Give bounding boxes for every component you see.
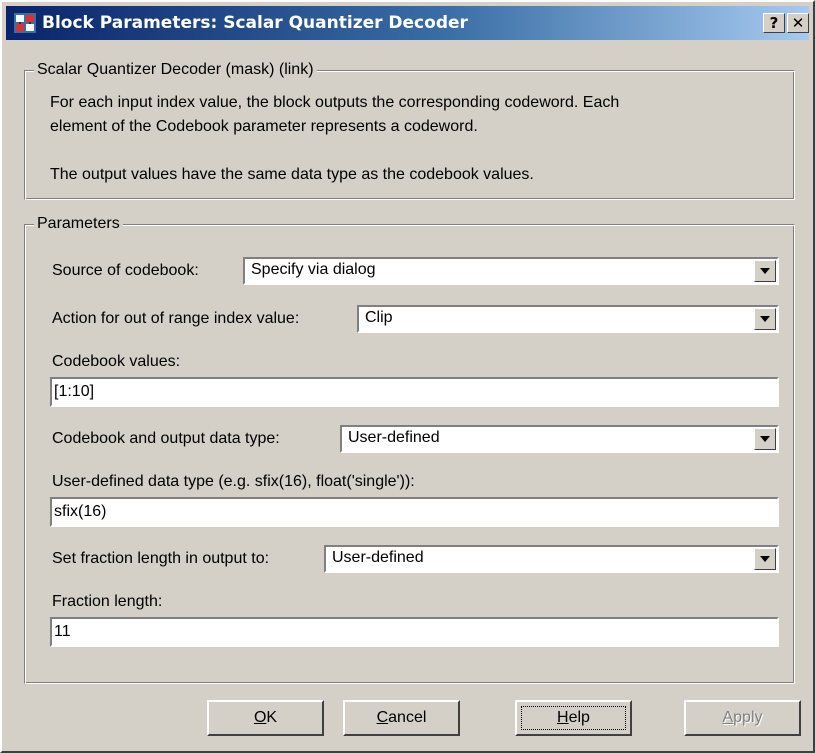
ok-button[interactable]: OK — [207, 700, 324, 736]
codebook-values-input[interactable]: [1:10] — [50, 377, 779, 407]
parameters-group-frame — [24, 224, 795, 684]
description-line-2: element of the Codebook parameter repres… — [50, 118, 478, 135]
close-button[interactable]: ✕ — [787, 13, 809, 33]
dropdown-arrow-button[interactable] — [754, 548, 776, 570]
codebook-values-text: [1:10] — [54, 383, 95, 400]
dropdown-arrow-button[interactable] — [754, 428, 776, 450]
fraction-length-input[interactable]: 11 — [50, 617, 779, 647]
cancel-label-rest: ancel — [388, 709, 427, 726]
chevron-down-icon — [760, 556, 770, 562]
apply-label-rest: pply — [733, 709, 763, 726]
fraction-length-text: 11 — [54, 623, 71, 640]
source-of-codebook-dropdown[interactable]: Specify via dialog — [243, 257, 779, 285]
user-defined-type-label: User-defined data type (e.g. sfix(16), f… — [52, 473, 415, 490]
ok-mnemonic: O — [253, 709, 267, 726]
description-group: Scalar Quantizer Decoder (mask) (link) F… — [24, 60, 795, 200]
parameters-legend: Parameters — [34, 214, 123, 234]
codebook-output-type-dropdown[interactable]: User-defined — [340, 425, 779, 453]
cancel-mnemonic: C — [376, 709, 389, 726]
focus-rectangle — [521, 706, 626, 730]
apply-mnemonic: A — [722, 709, 734, 726]
dialog-window: Block Parameters: Scalar Quantizer Decod… — [0, 0, 815, 753]
out-of-range-action-dropdown[interactable]: Clip — [357, 305, 779, 333]
cancel-button[interactable]: Cancel — [343, 700, 460, 736]
codebook-values-label: Codebook values: — [52, 353, 181, 370]
dropdown-arrow-button[interactable] — [754, 260, 776, 282]
codebook-output-type-value: User-defined — [348, 429, 440, 446]
help-button[interactable]: Help — [515, 700, 632, 736]
codebook-output-type-label: Codebook and output data type: — [52, 430, 280, 447]
apply-button: Apply — [684, 700, 801, 736]
chevron-down-icon — [760, 436, 770, 442]
fraction-length-mode-dropdown[interactable]: User-defined — [324, 545, 779, 573]
window-title: Block Parameters: Scalar Quantizer Decod… — [42, 13, 468, 33]
out-of-range-action-label: Action for out of range index value: — [52, 310, 300, 327]
user-defined-type-input[interactable]: sfix(16) — [50, 497, 779, 527]
source-of-codebook-label: Source of codebook: — [52, 262, 199, 279]
help-title-button[interactable]: ? — [763, 13, 785, 33]
description-line-3: The output values have the same data typ… — [50, 166, 534, 183]
fraction-length-mode-label: Set fraction length in output to: — [52, 550, 270, 567]
out-of-range-action-value: Clip — [365, 309, 393, 326]
title-bar[interactable]: Block Parameters: Scalar Quantizer Decod… — [6, 6, 809, 40]
fraction-length-mode-value: User-defined — [332, 549, 424, 566]
close-icon: ✕ — [791, 14, 805, 32]
chevron-down-icon — [760, 316, 770, 322]
parameters-group: Parameters Source of codebook: Specify v… — [24, 214, 795, 684]
chevron-down-icon — [760, 268, 770, 274]
fraction-length-label: Fraction length: — [52, 593, 163, 610]
simulink-block-icon — [14, 13, 36, 33]
user-defined-type-text: sfix(16) — [54, 503, 107, 520]
dropdown-arrow-button[interactable] — [754, 308, 776, 330]
question-mark-icon: ? — [769, 14, 779, 32]
source-of-codebook-value: Specify via dialog — [251, 261, 376, 278]
description-line-1: For each input index value, the block ou… — [50, 94, 620, 111]
description-legend: Scalar Quantizer Decoder (mask) (link) — [34, 60, 317, 80]
ok-label-rest: K — [266, 709, 278, 726]
